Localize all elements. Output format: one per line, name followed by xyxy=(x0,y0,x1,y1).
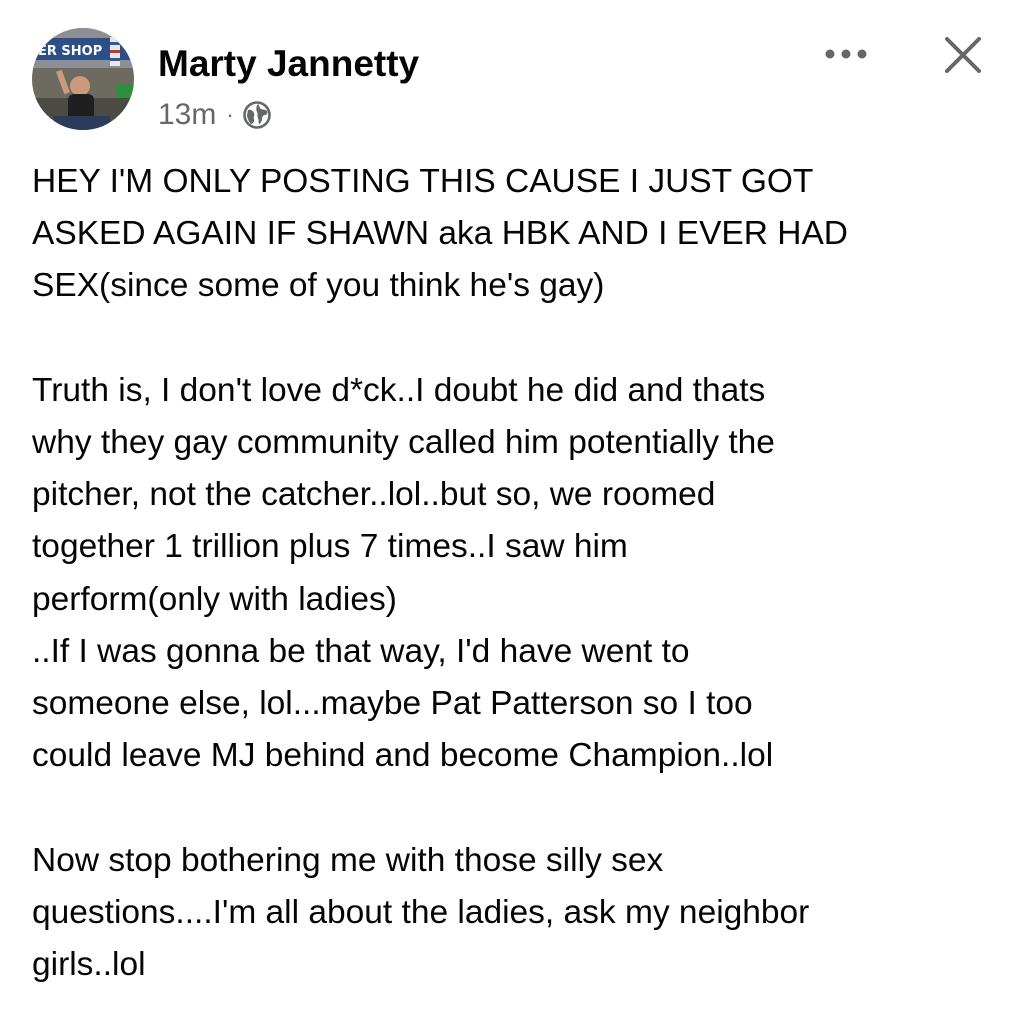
post-text-line xyxy=(32,782,992,834)
avatar-sign-text: ER SHOP xyxy=(38,44,102,59)
post-text-line: could leave MJ behind and become Champio… xyxy=(32,737,774,775)
avatar-photo: ER SHOP xyxy=(32,28,134,130)
globe-icon[interactable] xyxy=(242,100,272,130)
post-text-line: ..If I was gonna be that way, I'd have w… xyxy=(32,632,690,670)
more-options-button[interactable] xyxy=(816,36,876,72)
post-meta: 13m · xyxy=(158,96,272,134)
post-text-line: SEX(since some of you think he's gay) xyxy=(32,267,605,305)
post-text-line: pitcher, not the catcher..lol..but so, w… xyxy=(32,476,716,514)
close-icon xyxy=(945,37,981,73)
more-horizontal-icon xyxy=(825,49,867,59)
post-text-line: someone else, lol...maybe Pat Patterson … xyxy=(32,685,753,723)
post-text-line xyxy=(32,313,992,365)
meta-separator: · xyxy=(226,102,234,127)
post-timestamp[interactable]: 13m xyxy=(158,98,216,132)
post-text-line: HEY I'M ONLY POSTING THIS CAUSE I JUST G… xyxy=(32,163,814,200)
post-text-line: Truth is, I don't love d*ck..I doubt he … xyxy=(32,371,766,409)
post-text-line: Now stop bothering me with those silly s… xyxy=(32,841,664,879)
post-text-line: together 1 trillion plus 7 times..I saw … xyxy=(32,528,628,566)
author-name[interactable]: Marty Jannetty xyxy=(158,42,419,86)
post-body: HEY I'M ONLY POSTING THIS CAUSE I JUST G… xyxy=(32,156,992,991)
post-text-line: ASKED AGAIN IF SHAWN aka HBK AND I EVER … xyxy=(32,215,848,253)
post-text-line: questions....I'm all about the ladies, a… xyxy=(32,893,810,931)
avatar[interactable]: ER SHOP xyxy=(32,28,134,130)
close-button[interactable] xyxy=(936,28,990,82)
post-text-line: girls..lol xyxy=(32,946,146,984)
post-text-line: why they gay community called him potent… xyxy=(32,424,775,461)
post-text-line: perform(only with ladies) xyxy=(32,580,397,618)
post-header: ER SHOP Marty Jannetty 13m · xyxy=(0,0,1014,150)
